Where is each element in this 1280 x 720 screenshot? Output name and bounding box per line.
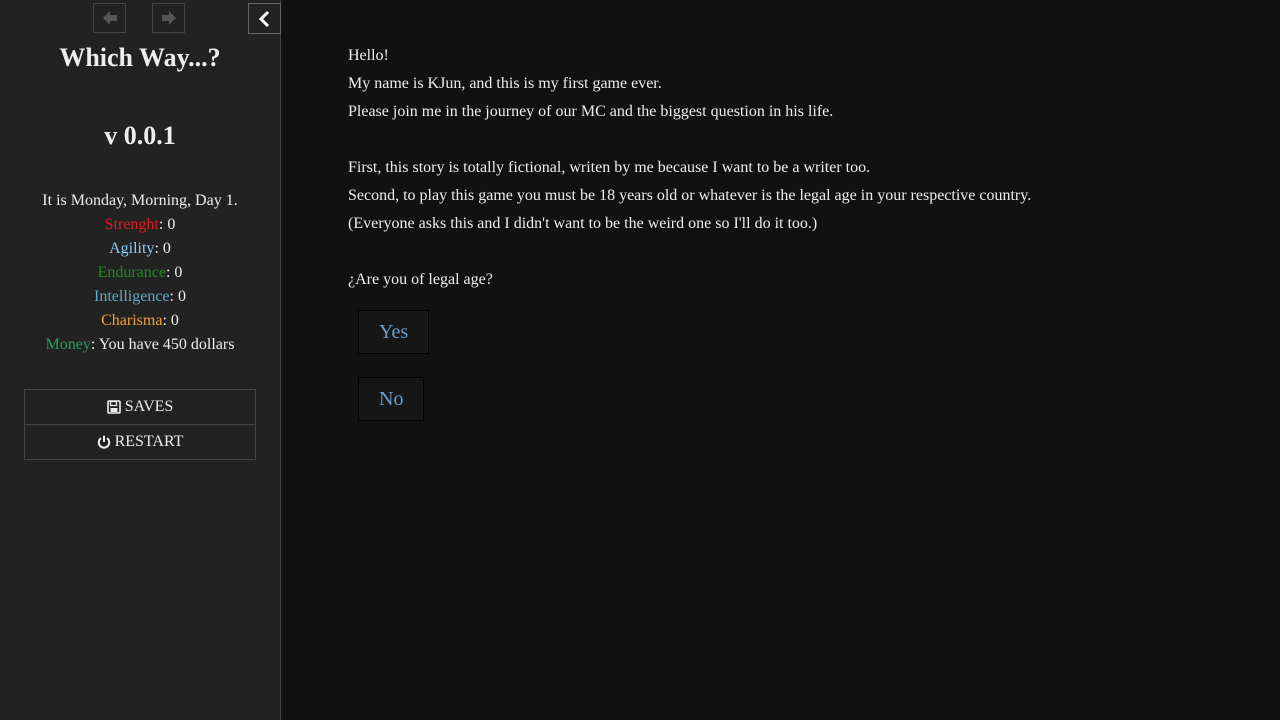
stat-endurance: Endurance: 0 [0, 261, 280, 285]
restart-button[interactable]: RESTART [25, 424, 255, 459]
stat-value-strength: : 0 [158, 216, 176, 233]
choice-yes-link[interactable]: Yes [358, 310, 430, 354]
date-line: It is Monday, Morning, Day 1. [42, 192, 238, 209]
passage-line: Please join me in the journey of our MC … [348, 103, 834, 120]
sidebar-toggle-button[interactable] [248, 3, 281, 34]
stat-label-agility: Agility [109, 240, 155, 257]
passage-line: Second, to play this game you must be 18… [348, 187, 1032, 204]
passage-line: First, this story is totally fictional, … [348, 159, 871, 176]
arrow-left-icon [102, 11, 117, 25]
legal-age-question: ¿Are you of legal age? [348, 271, 493, 288]
passage-line: My name is KJun, and this is my first ga… [348, 75, 662, 92]
arrow-right-icon [161, 11, 176, 25]
stat-value-endurance: : 0 [165, 264, 183, 281]
passage-spacer [348, 238, 1228, 266]
stat-label-strength: Strenght [104, 216, 159, 233]
choice-no-link[interactable]: No [358, 377, 425, 421]
stat-agility: Agility: 0 [0, 237, 280, 261]
stat-strength: Strenght: 0 [0, 213, 280, 237]
restart-label: RESTART [114, 433, 184, 450]
passage-line: (Everyone asks this and I didn't want to… [348, 215, 818, 232]
story-version: v 0.0.1 [104, 121, 176, 150]
stats-panel: It is Monday, Morning, Day 1. Strenght: … [0, 189, 280, 357]
passage: Hello! My name is KJun, and this is my f… [348, 42, 1228, 421]
passage-line: Hello! [348, 47, 389, 64]
stat-charisma: Charisma: 0 [0, 309, 280, 333]
story-sidebar: Which Way...? v 0.0.1 It is Monday, Morn… [0, 0, 281, 720]
saves-button[interactable]: SAVES [25, 390, 255, 424]
stat-label-intelligence: Intelligence [94, 288, 170, 305]
stat-label-endurance: Endurance [97, 264, 166, 281]
passage-spacer [348, 126, 1228, 154]
choice-no-container: No [348, 377, 1228, 421]
power-icon [97, 435, 110, 449]
stat-label-charisma: Charisma [101, 312, 163, 329]
history-back-button[interactable] [93, 3, 126, 33]
story-menu: SAVES RESTART [24, 389, 256, 460]
chevron-left-icon [258, 10, 269, 27]
choice-yes-container: Yes [348, 310, 1228, 354]
stat-value-agility: : 0 [154, 240, 171, 257]
stat-value-charisma: : 0 [162, 312, 179, 329]
saves-label: SAVES [124, 398, 174, 415]
stat-money: Money: You have 450 dollars [0, 333, 280, 357]
story-title: Which Way...? [59, 43, 221, 72]
stat-label-money: Money [45, 336, 91, 353]
stat-value-intelligence: : 0 [169, 288, 186, 305]
stat-intelligence: Intelligence: 0 [0, 285, 280, 309]
history-forward-button[interactable] [152, 3, 185, 33]
floppy-disk-icon [106, 400, 121, 414]
stat-value-money: : You have 450 dollars [90, 336, 235, 353]
